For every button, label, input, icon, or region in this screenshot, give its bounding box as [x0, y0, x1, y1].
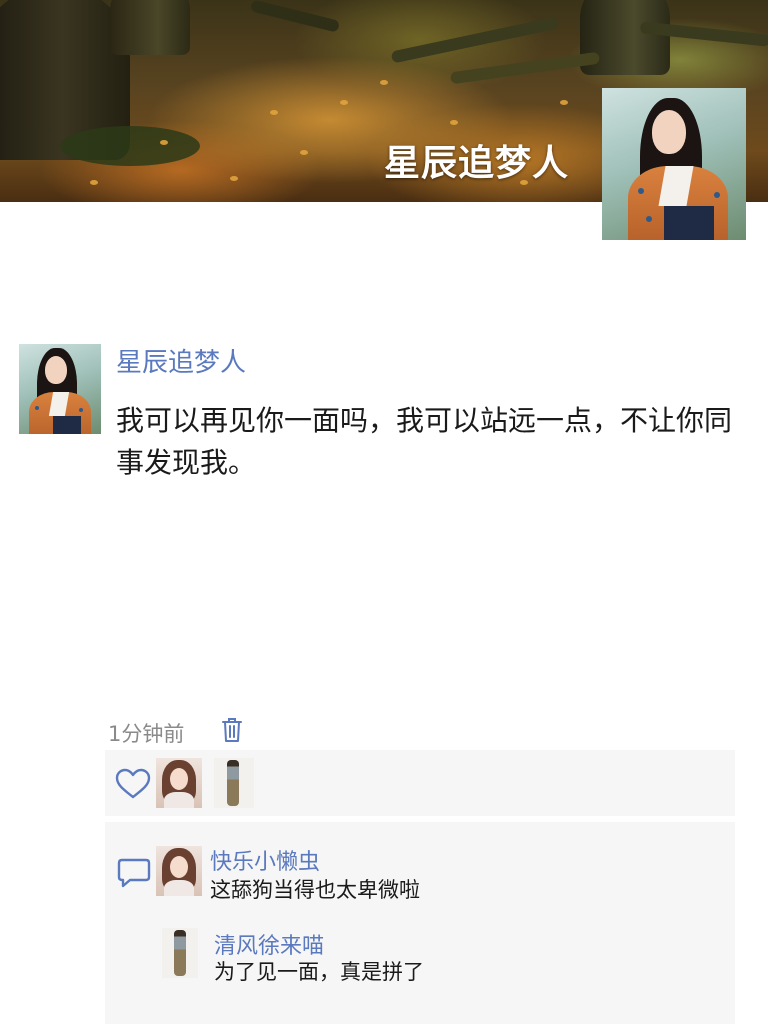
cover-avatar[interactable]	[602, 88, 746, 240]
post-timestamp: 1分钟前	[108, 722, 185, 746]
liker-avatar[interactable]	[156, 758, 202, 808]
comment-icon[interactable]	[116, 856, 152, 890]
leaf	[300, 150, 308, 155]
leaf	[270, 110, 278, 115]
leaf	[380, 80, 388, 85]
trash-icon[interactable]	[220, 716, 244, 744]
post-author-name[interactable]: 星辰追梦人	[116, 342, 246, 379]
tree-root	[390, 16, 560, 64]
liker-avatar[interactable]	[214, 758, 254, 808]
leaf	[450, 120, 458, 125]
leaf	[230, 176, 238, 181]
heart-icon[interactable]	[114, 768, 152, 800]
leaf	[160, 140, 168, 145]
commenter-avatar[interactable]	[156, 846, 202, 896]
divider	[105, 816, 735, 818]
commenter-name[interactable]: 快乐小懒虫	[210, 844, 320, 876]
tree-root	[249, 0, 341, 33]
leaf	[340, 100, 348, 105]
commenter-avatar[interactable]	[162, 928, 198, 978]
comment-text: 为了见一面，真是拼了	[214, 960, 424, 984]
leaf	[90, 180, 98, 185]
cover-username: 星辰追梦人	[384, 143, 570, 184]
post-text: 我可以再见你一面吗，我可以站远一点，不让你同事发现我。	[116, 404, 733, 479]
post-author-avatar[interactable]	[19, 344, 101, 434]
tree-trunk	[110, 0, 190, 55]
leaf	[560, 100, 568, 105]
comment-text: 这舔狗当得也太卑微啦	[210, 878, 420, 902]
tree-root	[449, 51, 601, 85]
